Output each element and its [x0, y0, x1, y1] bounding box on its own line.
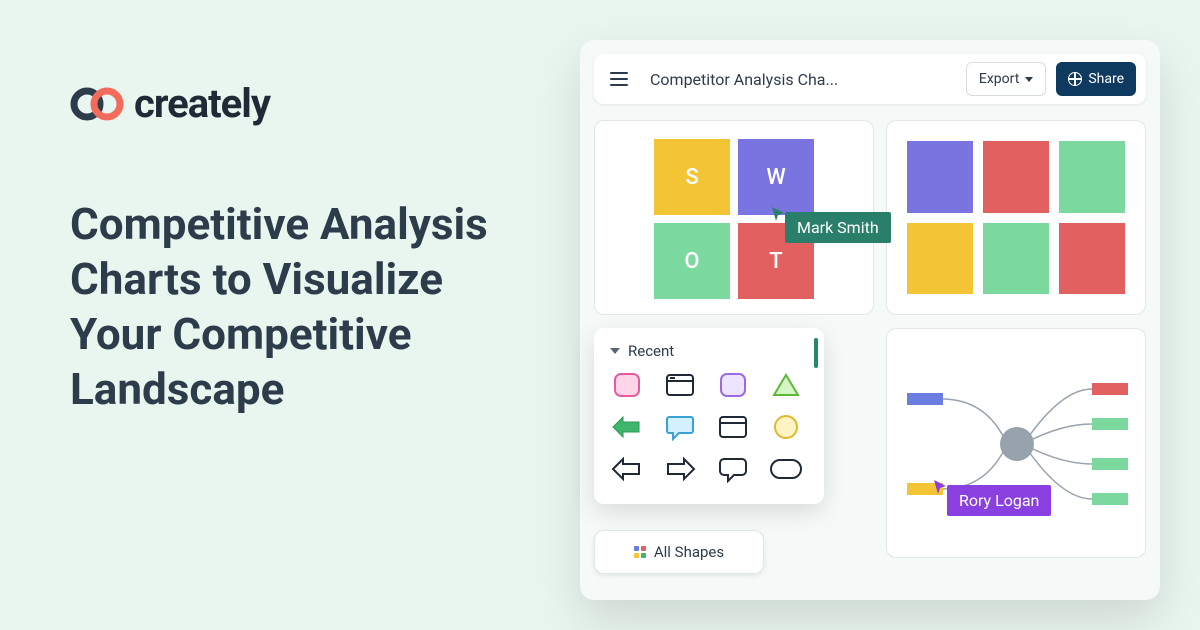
share-button[interactable]: Share	[1056, 62, 1136, 96]
app-preview: Competitor Analysis Cha... Export Share …	[580, 40, 1160, 600]
grid-cell	[907, 223, 973, 295]
color-grid-template-card[interactable]	[886, 120, 1146, 315]
shapes-section-label: Recent	[628, 342, 674, 360]
app-toolbar: Competitor Analysis Cha... Export Share	[594, 54, 1146, 104]
grid-cell	[983, 141, 1049, 213]
document-title[interactable]: Competitor Analysis Cha...	[644, 70, 956, 89]
brand-logo: creately	[70, 80, 530, 127]
shape-speech-bubble-outline[interactable]	[716, 454, 750, 484]
chevron-down-icon	[610, 348, 620, 354]
mindmap-template-card[interactable]	[886, 328, 1146, 558]
shape-arrow-right-outline[interactable]	[663, 454, 697, 484]
collaborator-name: Mark Smith	[797, 218, 879, 237]
page-headline: Competitive Analysis Charts to Visualize…	[70, 197, 530, 417]
collaborator-cursor-icon	[932, 478, 948, 498]
shape-arrow-left-green[interactable]	[610, 412, 644, 442]
shape-triangle[interactable]	[769, 370, 803, 400]
grid-dots-icon	[634, 546, 646, 558]
shape-rounded-square-pink[interactable]	[610, 370, 644, 400]
shape-speech-bubble[interactable]	[663, 412, 697, 442]
grid-cell	[1059, 223, 1125, 295]
globe-icon	[1068, 72, 1082, 86]
shapes-panel: Recent	[594, 328, 824, 504]
collaborator-badge: Rory Logan	[947, 485, 1051, 516]
export-button[interactable]: Export	[966, 62, 1046, 96]
menu-icon[interactable]	[604, 64, 634, 94]
collaborator-badge: Mark Smith	[785, 212, 891, 243]
collaborator-name: Rory Logan	[959, 491, 1039, 510]
share-label: Share	[1088, 71, 1124, 87]
shape-circle-yellow[interactable]	[769, 412, 803, 442]
all-shapes-label: All Shapes	[654, 543, 724, 561]
scrollbar-thumb[interactable]	[814, 338, 818, 368]
all-shapes-button[interactable]: All Shapes	[594, 530, 764, 574]
grid-cell	[1059, 141, 1125, 213]
chevron-down-icon	[1025, 77, 1033, 82]
grid-cell	[983, 223, 1049, 295]
shape-pill[interactable]	[769, 454, 803, 484]
collaborator-cursor-icon	[770, 205, 786, 225]
swot-o-cell: O	[654, 223, 730, 299]
shape-arrow-left-outline[interactable]	[610, 454, 644, 484]
swot-s-cell: S	[654, 139, 730, 215]
brand-mark-icon	[70, 87, 124, 121]
export-label: Export	[979, 71, 1019, 87]
swot-w-cell: W	[738, 139, 814, 215]
shape-rounded-square-purple[interactable]	[716, 370, 750, 400]
shape-card[interactable]	[663, 370, 697, 400]
shapes-section-header[interactable]: Recent	[610, 342, 808, 360]
shape-card-alt[interactable]	[716, 412, 750, 442]
grid-cell	[907, 141, 973, 213]
brand-name: creately	[134, 80, 270, 127]
